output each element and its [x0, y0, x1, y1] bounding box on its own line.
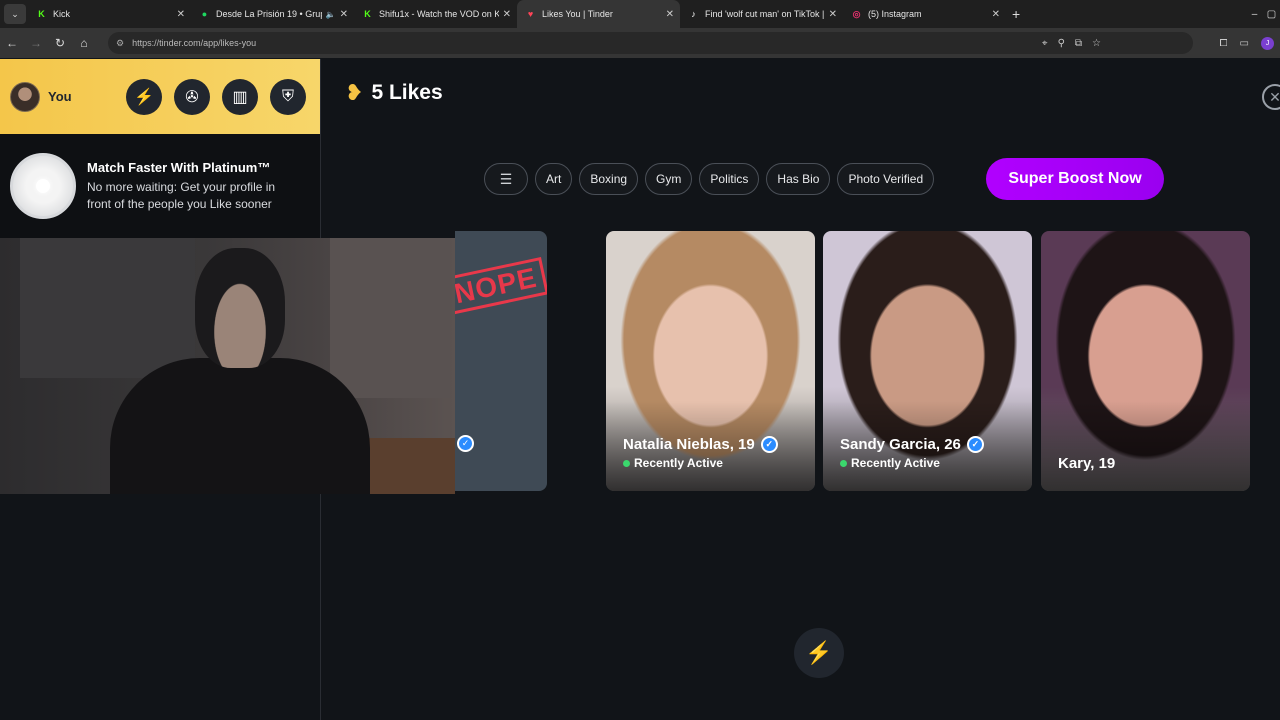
tab-title: Likes You | Tinder	[542, 9, 613, 19]
profile-card-partial[interactable]: NOPE ✓	[455, 231, 547, 491]
filter-settings-icon[interactable]: ☰	[484, 163, 528, 195]
filter-chip[interactable]: Boxing	[579, 163, 639, 195]
explore-compass-icon[interactable]: ✇	[174, 78, 210, 115]
filter-chip[interactable]: Politics	[699, 163, 760, 195]
super-boost-button[interactable]: Super Boost Now	[986, 158, 1164, 200]
filter-chip[interactable]: Has Bio	[766, 163, 831, 195]
safety-shield-icon[interactable]: ⛨	[270, 78, 306, 115]
address-bar[interactable]: ⚙ https://tinder.com/app/likes-you ⌖ ⚲ ⧉…	[108, 32, 1193, 54]
filter-bar: ☰ Art Boxing Gym Politics Has Bio Photo Verif…	[484, 163, 935, 195]
profile-name: Kary, 19	[1058, 455, 1115, 472]
profile-name-text: Natalia Nieblas, 19	[623, 436, 755, 453]
browser-tab[interactable]: ♪ Find 'wolf cut man' on TikTok | ✕	[680, 0, 843, 28]
profile-card[interactable]: Sandy Garcia, 26 ✓ Recently Active	[823, 231, 1032, 491]
promo-body: No more waiting: Get your profile in fro…	[87, 179, 276, 211]
profile-card[interactable]: Kary, 19	[1041, 231, 1250, 491]
filter-chip[interactable]: Art	[535, 163, 573, 195]
tab-title: Desde La Prisión 19 • Grupo	[216, 9, 322, 19]
tab-close-icon[interactable]: ✕	[503, 9, 511, 20]
zoom-icon[interactable]: ⚲	[1058, 38, 1065, 49]
browser-tab[interactable]: ◎ (5) Instagram ✕	[843, 0, 1006, 28]
filter-chip[interactable]: Gym	[645, 163, 693, 195]
online-dot-icon	[840, 459, 847, 467]
likes-heart-icon: ❥	[345, 80, 364, 105]
tab-close-icon[interactable]: ✕	[340, 9, 348, 20]
back-button[interactable]: ←	[0, 36, 24, 50]
avatar[interactable]	[10, 81, 40, 112]
profile-name: Sandy Garcia, 26 ✓	[840, 436, 984, 453]
verified-badge-icon: ✓	[457, 435, 474, 452]
activity-status-text: Recently Active	[634, 456, 723, 470]
activity-status: Recently Active	[623, 456, 723, 470]
browser-tab-bar: ⌄ K Kick ✕ ● Desde La Prisión 19 • Grupo 🔈 ✕ K S…	[0, 0, 1280, 28]
tab-favicon-icon: ◎	[852, 8, 861, 19]
browser-tab[interactable]: K Shifu1x - Watch the VOD on Ki ✕	[354, 0, 517, 28]
bookmark-star-icon[interactable]: ☆	[1092, 38, 1101, 49]
browser-toolbar: ← → ↻ ⌂ ⚙ https://tinder.com/app/likes-y…	[0, 28, 1280, 58]
browser-tab[interactable]: ♥ Likes You | Tinder ✕	[517, 0, 680, 28]
profile-card[interactable]: Natalia Nieblas, 19 ✓ Recently Active	[606, 231, 815, 491]
webcam-overlay	[0, 238, 455, 494]
tab-audio-icon[interactable]: 🔈	[326, 10, 336, 19]
verified-badge-icon: ✓	[760, 436, 778, 453]
tab-favicon-icon: K	[364, 9, 371, 19]
profile-name-text: Sandy Garcia, 26	[840, 436, 961, 453]
tab-title: (5) Instagram	[868, 9, 922, 19]
close-icon[interactable]: ✕	[1262, 84, 1280, 110]
passport-icon[interactable]: ▥	[222, 78, 258, 115]
new-tab-button[interactable]: +	[1012, 6, 1020, 22]
extensions-icon[interactable]: ⧠	[1220, 38, 1228, 49]
browser-tab[interactable]: ● Desde La Prisión 19 • Grupo 🔈 ✕	[191, 0, 354, 28]
boost-icon[interactable]: ⚡	[126, 78, 162, 115]
tab-close-icon[interactable]: ✕	[177, 9, 185, 20]
tab-close-icon[interactable]: ✕	[829, 9, 837, 20]
tab-favicon-icon: ♪	[691, 9, 696, 19]
sidebar-header: You ⚡ ✇ ▥ ⛨	[0, 59, 320, 134]
tab-favicon-icon: ●	[201, 9, 208, 19]
window-controls: – ▢	[1246, 0, 1280, 28]
site-info-icon[interactable]: ⚙	[116, 38, 124, 49]
likes-header: ❥ 5 Likes	[345, 80, 443, 106]
cast-icon[interactable]: ▭	[1240, 38, 1249, 49]
nope-stamp: NOPE	[455, 256, 547, 316]
platinum-promo[interactable]: Match Faster With Platinum™ No more wait…	[0, 134, 320, 238]
profile-name: Natalia Nieblas, 19 ✓	[623, 436, 778, 453]
profile-name[interactable]: You	[48, 89, 72, 104]
activity-status: Recently Active	[840, 456, 940, 470]
promo-title: Match Faster With Platinum™	[87, 159, 271, 175]
tab-title: Find 'wolf cut man' on TikTok |	[705, 9, 825, 19]
reload-button[interactable]: ↻	[48, 36, 72, 50]
tab-title: Kick	[53, 9, 71, 19]
platinum-logo-icon	[10, 153, 76, 219]
maximize-icon[interactable]: ▢	[1263, 9, 1280, 20]
filter-chip[interactable]: Photo Verified	[837, 163, 935, 195]
tab-close-icon[interactable]: ✕	[666, 9, 674, 20]
page-title: 5 Likes	[371, 81, 443, 104]
home-button[interactable]: ⌂	[72, 36, 96, 50]
profile-name-text: Kary, 19	[1058, 455, 1116, 472]
boost-fab-icon[interactable]: ⚡	[794, 628, 844, 678]
online-dot-icon	[623, 459, 630, 467]
tab-close-icon[interactable]: ✕	[992, 9, 1000, 20]
browser-profile-avatar[interactable]: J	[1261, 36, 1274, 50]
url-text[interactable]: https://tinder.com/app/likes-you	[132, 38, 256, 48]
install-icon[interactable]: ⧉	[1075, 38, 1082, 49]
tab-favicon-icon: K	[38, 9, 45, 19]
minimize-icon[interactable]: –	[1246, 9, 1263, 20]
activity-status-text: Recently Active	[851, 456, 940, 470]
verified-badge-icon: ✓	[966, 436, 984, 453]
tab-favicon-icon: ♥	[527, 9, 534, 19]
tab-search-button[interactable]: ⌄	[4, 4, 26, 24]
tab-title: Shifu1x - Watch the VOD on Ki	[379, 9, 499, 19]
location-icon[interactable]: ⌖	[1042, 38, 1048, 49]
browser-tab[interactable]: K Kick ✕	[28, 0, 191, 28]
forward-button[interactable]: →	[24, 36, 48, 50]
